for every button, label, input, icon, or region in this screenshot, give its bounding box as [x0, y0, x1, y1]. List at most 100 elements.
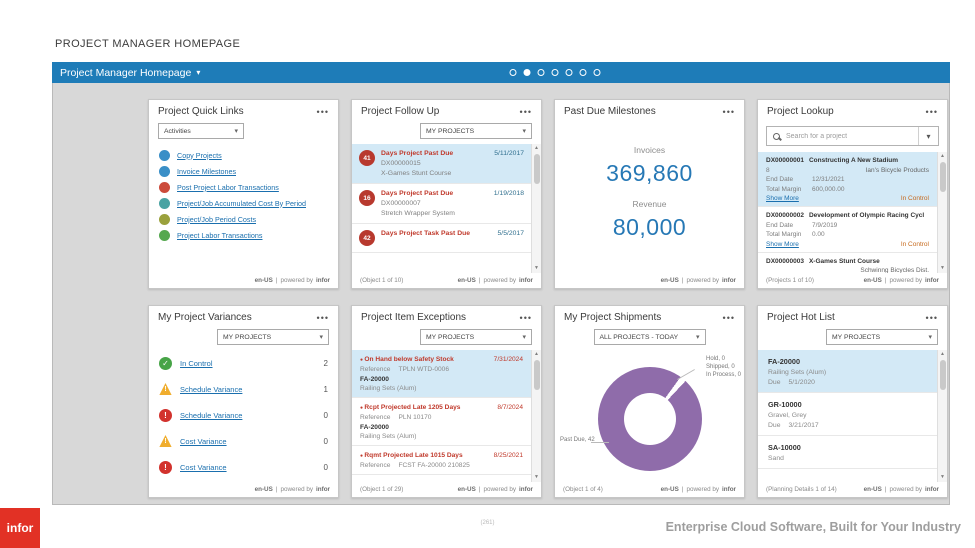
quick-link-invoice-milestones[interactable]: Invoice Milestones: [159, 163, 328, 179]
status-badge: In Control: [900, 240, 929, 248]
hot-list-item[interactable]: SA-10000 Sand: [758, 436, 937, 469]
zero-slices-labels: Hold, 0 Shipped, 0 In Process, 0: [706, 355, 741, 379]
alert-text: Days Project Past Due: [381, 150, 454, 157]
scrollbar[interactable]: ▲ ▼: [531, 144, 541, 273]
quick-link-copy-projects[interactable]: Copy Projects: [159, 147, 328, 163]
scroll-down-icon[interactable]: ▼: [534, 265, 539, 272]
scrollbar[interactable]: ▲ ▼: [937, 152, 947, 273]
exception-item[interactable]: On Hand below Safety Stock 7/31/2024 Ref…: [352, 350, 531, 398]
scroll-up-icon[interactable]: ▲: [534, 351, 539, 358]
variance-link[interactable]: In Control: [180, 359, 316, 368]
card-menu-button[interactable]: •••: [926, 107, 938, 117]
follow-up-item[interactable]: 41 Days Project Past Due DX00000015 X-Ga…: [352, 144, 531, 184]
carousel-dot[interactable]: [551, 69, 559, 76]
card-menu-button[interactable]: •••: [317, 313, 329, 323]
show-more-link[interactable]: Show More: [766, 195, 799, 202]
hot-list-item[interactable]: GR-10000 Gravel, Grey Due 3/21/2017: [758, 393, 937, 436]
powered-by-label: powered by: [280, 486, 313, 493]
quick-link-labor-transactions[interactable]: Project Labor Transactions: [159, 227, 328, 243]
carousel-dot[interactable]: [579, 69, 587, 76]
object-count: (Object 1 of 4): [563, 486, 603, 493]
scrollbar-thumb[interactable]: [939, 162, 946, 192]
warning-triangle-icon: !: [159, 435, 172, 447]
variance-link[interactable]: Schedule Variance: [180, 411, 316, 420]
locale-label: en-US: [254, 277, 273, 284]
project-filter-select[interactable]: MY PROJECTS ▾: [826, 329, 938, 345]
lookup-result[interactable]: DX00000001 Constructing A New Stadium 8 …: [758, 152, 937, 207]
scroll-up-icon[interactable]: ▲: [534, 145, 539, 152]
accumulated-cost-icon: [159, 197, 170, 209]
quick-link-post-project-labor[interactable]: Post Project Labor Transactions: [159, 179, 328, 195]
exception-item[interactable]: Rcpt Projected Late 1205 Days 8/7/2024 R…: [352, 398, 531, 446]
invoices-metric-value[interactable]: 369,860: [555, 160, 744, 187]
scrollbar-thumb[interactable]: [533, 360, 540, 390]
card-menu-button[interactable]: •••: [926, 313, 938, 323]
variance-link[interactable]: Cost Variance: [180, 437, 316, 446]
shipments-filter-select[interactable]: ALL PROJECTS - TODAY ▾: [593, 329, 706, 345]
scroll-up-icon[interactable]: ▲: [940, 153, 945, 160]
chevron-down-icon: ▾: [319, 334, 323, 341]
search-dropdown-button[interactable]: ▾: [918, 127, 938, 145]
scroll-down-icon[interactable]: ▼: [534, 474, 539, 481]
separator: |: [681, 277, 684, 284]
scroll-down-icon[interactable]: ▼: [940, 265, 945, 272]
locale-branding: en-US | powered by infor: [458, 486, 533, 493]
project-id: DX00000001: [766, 157, 804, 164]
lookup-result[interactable]: DX00000003 X-Games Stunt Course Schwinng…: [758, 253, 937, 274]
shipments-donut-chart[interactable]: [597, 366, 702, 471]
scroll-down-icon[interactable]: ▼: [940, 474, 945, 481]
filter-label: MY PROJECTS: [223, 333, 272, 341]
variance-count: 0: [323, 436, 328, 446]
carousel-dot[interactable]: [509, 69, 517, 76]
activities-filter-select[interactable]: Activities ▾: [158, 123, 244, 139]
project-name: Constructing A New Stadium: [808, 157, 899, 164]
object-count: (Projects 1 of 10): [766, 277, 814, 284]
due-label: Due: [768, 379, 781, 386]
shipped-slice-label: Shipped, 0: [705, 364, 735, 370]
carousel-dot[interactable]: [593, 69, 601, 76]
card-menu-button[interactable]: •••: [520, 107, 532, 117]
lookup-result[interactable]: DX00000002 Development of Olympic Racing…: [758, 207, 937, 253]
follow-up-item[interactable]: 16 Days Project Past Due DX00000007 Stre…: [352, 184, 531, 224]
card-menu-button[interactable]: •••: [723, 313, 735, 323]
carousel-dot[interactable]: [565, 69, 573, 76]
project-filter-select[interactable]: MY PROJECTS ▾: [217, 329, 329, 345]
card-project-follow-up: Project Follow Up ••• MY PROJECTS ▾ 41 D…: [351, 99, 542, 289]
quick-link-period-costs[interactable]: Project/Job Period Costs: [159, 211, 328, 227]
customer-name: Ian's Bicycle Products: [865, 166, 929, 174]
scrollbar-thumb[interactable]: [939, 360, 946, 390]
carousel-dot[interactable]: [537, 69, 545, 76]
card-menu-button[interactable]: •••: [317, 107, 329, 117]
locale-branding: en-US | powered by infor: [864, 277, 939, 284]
card-menu-button[interactable]: •••: [723, 107, 735, 117]
homepage-switcher[interactable]: Project Manager Homepage ▾: [52, 67, 200, 79]
locale-label: en-US: [660, 277, 679, 284]
show-more-link[interactable]: Show More: [766, 241, 799, 248]
variance-link[interactable]: Cost Variance: [180, 463, 316, 472]
follow-up-item[interactable]: 42 Days Project Task Past Due 5/5/2017: [352, 224, 531, 253]
exception-item[interactable]: Rqmt Projected Late 1015 Days 8/25/2021 …: [352, 446, 531, 475]
project-search-input[interactable]: [786, 132, 918, 140]
hot-list-item[interactable]: FA-20000 Railing Sets (Alum) Due 5/1/202…: [758, 350, 937, 393]
due-date: 3/21/2017: [788, 422, 819, 429]
card-footer: en-US | powered by infor: [149, 273, 338, 288]
carousel-dot-active[interactable]: [523, 69, 531, 76]
reference-value: PLN 10170: [398, 414, 432, 421]
project-id: DX00000015: [381, 160, 421, 167]
separator: |: [478, 486, 481, 493]
scrollbar[interactable]: ▲ ▼: [531, 350, 541, 482]
project-filter-select[interactable]: MY PROJECTS ▾: [420, 329, 532, 345]
scroll-up-icon[interactable]: ▲: [940, 351, 945, 358]
object-count: (Planning Details 1 of 14): [766, 486, 837, 493]
scrollbar-thumb[interactable]: [533, 154, 540, 184]
in-control-check-icon: ✓: [159, 356, 172, 370]
card-menu-button[interactable]: •••: [520, 313, 532, 323]
card-title: Project Hot List: [767, 312, 835, 323]
scrollbar[interactable]: ▲ ▼: [937, 350, 947, 482]
item-code: FA-20000: [360, 424, 389, 431]
variance-link[interactable]: Schedule Variance: [180, 385, 316, 394]
revenue-metric-value[interactable]: 80,000: [555, 214, 744, 241]
days-past-due-badge: 42: [359, 230, 375, 246]
project-filter-select[interactable]: MY PROJECTS ▾: [420, 123, 532, 139]
quick-link-accumulated-cost[interactable]: Project/Job Accumulated Cost By Period: [159, 195, 328, 211]
